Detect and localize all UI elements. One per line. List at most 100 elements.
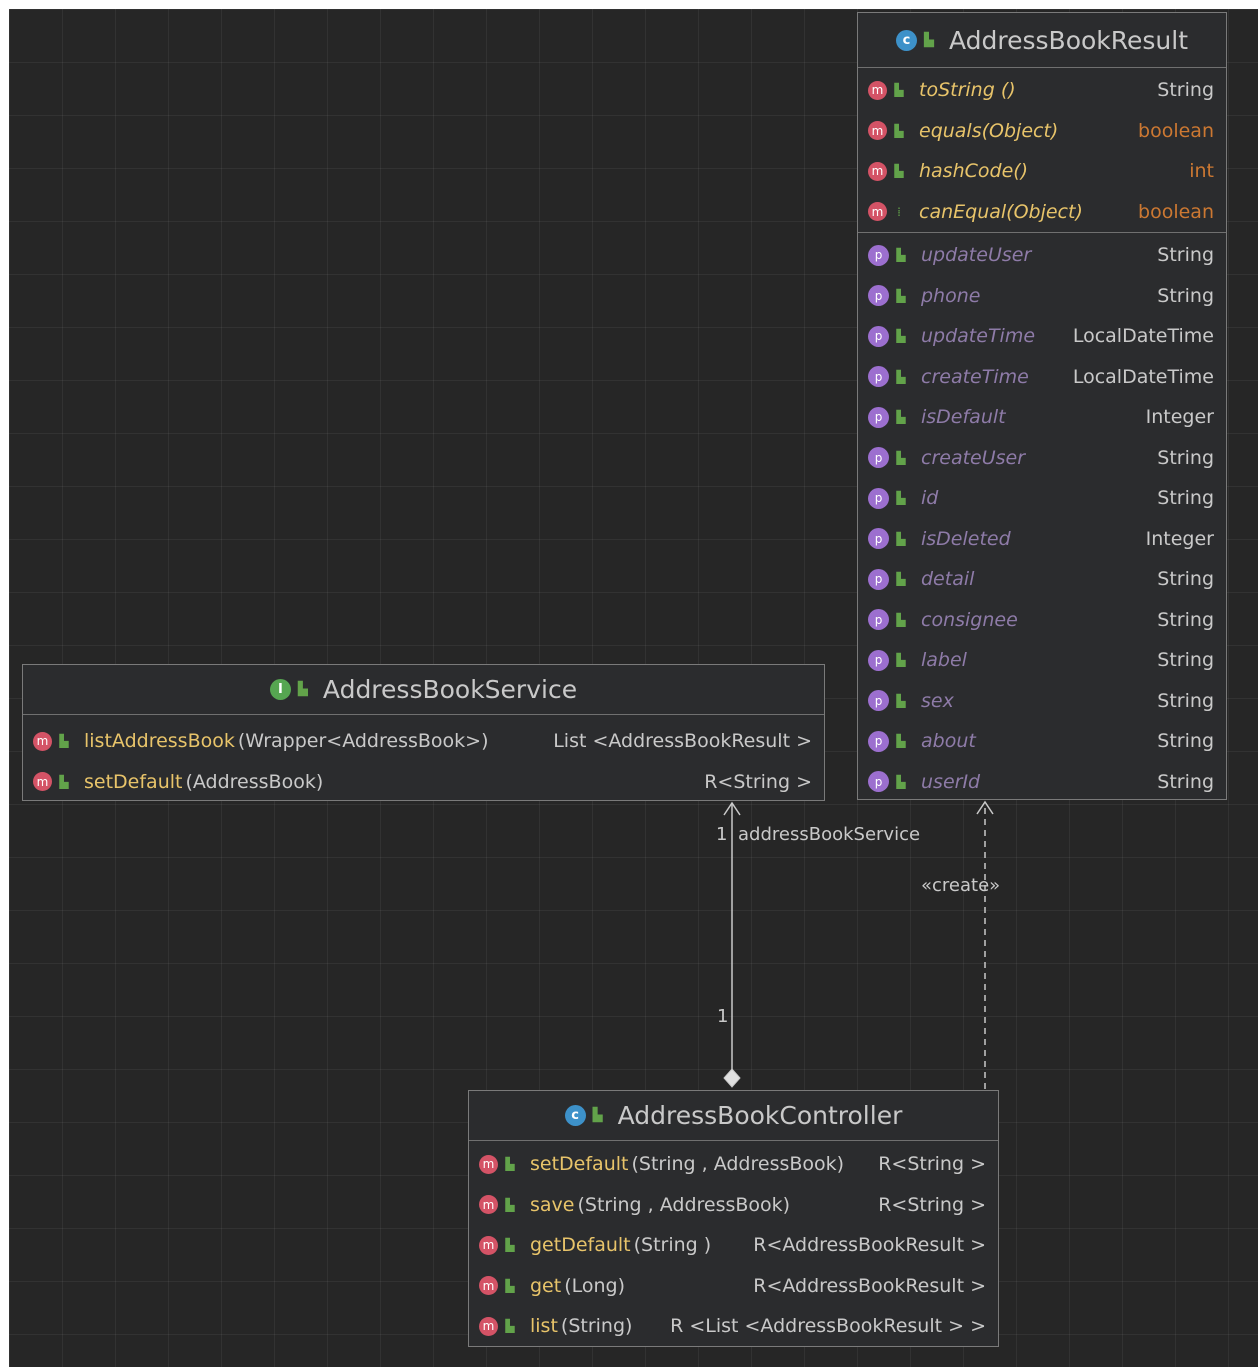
property-row[interactable]: p ▙ label String — [858, 640, 1226, 681]
address-book-controller-class[interactable]: c ▙ AddressBookController m ▙ setDefault (S… — [468, 1090, 999, 1347]
property-icon: p — [868, 609, 889, 631]
property-icon: p — [868, 447, 889, 469]
property-row[interactable]: p ▙ consignee String — [858, 600, 1226, 641]
property-name: label — [921, 649, 967, 672]
method-row[interactable]: m ▙ toString () String — [858, 70, 1226, 111]
method-name: save — [530, 1193, 575, 1216]
method-return-type: R<String > — [704, 770, 812, 793]
method-params: (String ) — [633, 1234, 712, 1257]
public-icon: ▙ — [297, 682, 308, 697]
method-name: list — [530, 1315, 558, 1338]
controller-class-header: c ▙ AddressBookController — [469, 1091, 998, 1141]
method-icon: m — [868, 161, 887, 181]
method-icon: m — [479, 1235, 498, 1255]
result-class-header: c ▙ AddressBookResult — [858, 13, 1226, 68]
public-icon: ▙ — [896, 329, 906, 344]
property-type: Integer — [1145, 527, 1214, 550]
public-icon: ▙ — [896, 248, 906, 263]
property-row[interactable]: p ▙ phone String — [858, 276, 1226, 317]
property-type: LocalDateTime — [1072, 325, 1214, 348]
method-params: (String) — [560, 1315, 633, 1338]
property-icon: p — [868, 528, 889, 550]
property-row[interactable]: p ▙ updateTime LocalDateTime — [858, 316, 1226, 357]
public-icon: ▙ — [505, 1157, 515, 1172]
class-icon: c — [564, 1105, 586, 1126]
property-type: String — [1157, 770, 1214, 793]
property-name: userId — [921, 770, 981, 793]
public-icon: ▙ — [896, 774, 906, 789]
controller-methods-section: m ▙ setDefault (String , AddressBook) R<Stri… — [469, 1141, 998, 1347]
public-icon: ▙ — [896, 572, 906, 587]
public-icon: ▙ — [896, 734, 906, 749]
method-name: equals(Object) — [919, 119, 1059, 142]
public-icon: ▙ — [896, 450, 906, 465]
result-properties-section: p ▙ updateUser String p ▙ phone String p ▙ updateT… — [858, 232, 1226, 802]
public-icon: ▙ — [894, 123, 904, 138]
property-type: String — [1157, 244, 1214, 267]
method-icon: m — [479, 1154, 498, 1174]
method-row[interactable]: m ▙ get (Long) R<AddressBookResult > — [469, 1266, 998, 1307]
property-type: String — [1157, 649, 1214, 672]
association-role-label: addressBookService — [738, 824, 921, 845]
method-icon: m — [868, 80, 887, 100]
method-icon: m — [479, 1276, 498, 1296]
address-book-service-interface[interactable]: I ▙ AddressBookService m ▙ listAddressBook… — [22, 664, 825, 801]
composition-diamond — [723, 1068, 741, 1088]
method-name: toString () — [919, 79, 1016, 102]
public-icon: ▙ — [896, 612, 906, 627]
method-row[interactable]: m ⁞ canEqual(Object) boolean — [858, 192, 1226, 233]
property-row[interactable]: p ▙ userId String — [858, 762, 1226, 803]
property-name: sex — [921, 689, 954, 712]
property-type: String — [1157, 284, 1214, 307]
public-icon: ▙ — [894, 164, 904, 179]
public-icon: ▙ — [896, 410, 906, 425]
public-icon: ▙ — [59, 774, 69, 789]
method-name: listAddressBook — [84, 730, 235, 753]
property-row[interactable]: p ▙ sex String — [858, 681, 1226, 722]
public-icon: ▙ — [896, 653, 906, 668]
method-params: (AddressBook) — [185, 770, 324, 793]
property-row[interactable]: p ▙ createUser String — [858, 438, 1226, 479]
property-type: String — [1157, 446, 1214, 469]
address-book-result-class[interactable]: c ▙ AddressBookResult m ▙ toString () Strin… — [857, 12, 1227, 800]
property-row[interactable]: p ▙ about String — [858, 721, 1226, 762]
property-row[interactable]: p ▙ id String — [858, 478, 1226, 519]
method-params: (String , AddressBook) — [631, 1153, 845, 1176]
method-row[interactable]: m ▙ setDefault (String , AddressBook) R<Stri… — [469, 1144, 998, 1185]
property-type: String — [1157, 608, 1214, 631]
property-row[interactable]: p ▙ createTime LocalDateTime — [858, 357, 1226, 398]
property-row[interactable]: p ▙ detail String — [858, 559, 1226, 600]
public-icon: ▙ — [896, 288, 906, 303]
property-row[interactable]: p ▙ isDefault Integer — [858, 397, 1226, 438]
method-return-type: List <AddressBookResult > — [553, 730, 812, 753]
property-icon: p — [868, 285, 889, 307]
public-icon: ▙ — [896, 693, 906, 708]
diagram-canvas: 1 addressBookService 1 «create» c ▙ Addr… — [9, 9, 1258, 1367]
method-row[interactable]: m ▙ getDefault (String ) R<AddressBookResult… — [469, 1225, 998, 1266]
property-row[interactable]: p ▙ isDeleted Integer — [858, 519, 1226, 560]
property-row[interactable]: p ▙ updateUser String — [858, 235, 1226, 276]
method-row[interactable]: m ▙ list (String) R <List <AddressBookResult… — [469, 1306, 998, 1347]
method-row[interactable]: m ▙ save (String , AddressBook) R<String > — [469, 1185, 998, 1226]
property-name: detail — [921, 568, 975, 591]
method-params: (Long) — [564, 1274, 626, 1297]
public-icon: ▙ — [894, 83, 904, 98]
service-methods-section: m ▙ listAddressBook (Wrapper<AddressBook>) L… — [23, 715, 824, 802]
property-name: consignee — [921, 608, 1018, 631]
public-icon: ▙ — [505, 1197, 515, 1212]
method-row[interactable]: m ▙ listAddressBook (Wrapper<AddressBook>) L… — [23, 721, 824, 762]
property-icon: p — [868, 568, 889, 590]
property-icon: p — [868, 366, 889, 388]
public-icon: ▙ — [505, 1278, 515, 1293]
method-return-type: R<AddressBookResult > — [753, 1274, 986, 1297]
method-row[interactable]: m ▙ equals(Object) boolean — [858, 111, 1226, 152]
method-row[interactable]: m ▙ setDefault (AddressBook) R<String > — [23, 762, 824, 803]
method-row[interactable]: m ▙ hashCode() int — [858, 151, 1226, 192]
method-icon: m — [33, 731, 52, 751]
property-name: isDeleted — [921, 527, 1011, 550]
property-name: createUser — [921, 446, 1026, 469]
association-mult-bottom: 1 — [717, 1006, 729, 1027]
class-icon: c — [895, 29, 917, 51]
property-icon: p — [868, 649, 889, 671]
method-return-type: boolean — [1138, 119, 1214, 142]
